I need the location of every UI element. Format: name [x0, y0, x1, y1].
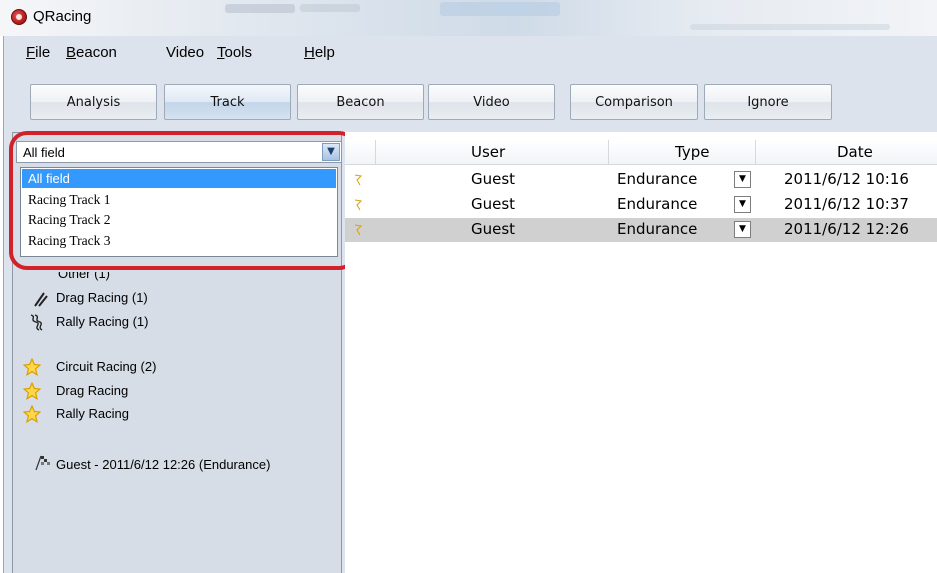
menu-accelerator: F [26, 44, 36, 61]
cell-date: 2011/6/12 12:26 [784, 220, 909, 238]
menu-file[interactable]: File [26, 44, 50, 61]
column-header-user[interactable]: User [471, 143, 505, 161]
cell-user: Guest [471, 195, 516, 213]
title-bar-background [300, 4, 360, 12]
tree-item-drag-racing-fav[interactable]: Drag Racing [56, 383, 128, 398]
menu-label: ools [224, 44, 253, 61]
menu-help[interactable]: Help [304, 44, 335, 61]
tab-comparison[interactable]: Comparison [570, 84, 698, 120]
chevron-down-icon: ▼ [739, 174, 746, 184]
tree-item-drag-racing[interactable]: Drag Racing (1) [56, 290, 148, 305]
star-icon [23, 405, 41, 423]
menu-accelerator: T [217, 44, 225, 61]
menu-label: ile [35, 44, 51, 61]
type-dropdown[interactable]: ▼ [734, 196, 751, 213]
tab-track[interactable]: Track [164, 84, 291, 120]
highlight-annotation [9, 131, 357, 270]
cell-user: Guest [471, 220, 516, 238]
cell-type: Endurance [617, 195, 698, 213]
menu-video[interactable]: Video [166, 44, 204, 61]
drag-racing-icon [34, 292, 48, 307]
title-bar-background [690, 24, 890, 30]
tab-analysis[interactable]: Analysis [30, 84, 157, 120]
checkered-flag-icon [35, 455, 50, 471]
type-dropdown[interactable]: ▼ [734, 171, 751, 188]
tab-beacon[interactable]: Beacon [297, 84, 424, 120]
cell-user: Guest [471, 170, 516, 188]
column-divider [755, 140, 756, 164]
table-row[interactable]: Guest Endurance ▼ 2011/6/12 10:37 [345, 193, 937, 217]
star-icon [23, 358, 41, 376]
tab-ignore[interactable]: Ignore [704, 84, 832, 120]
cell-type: Endurance [617, 170, 698, 188]
tree-item-rally-racing[interactable]: Rally Racing (1) [56, 314, 148, 329]
cell-type: Endurance [617, 220, 698, 238]
tab-video[interactable]: Video [428, 84, 555, 120]
menu-label: Video [166, 44, 205, 61]
cell-date: 2011/6/12 10:37 [784, 195, 909, 213]
star-icon [23, 382, 41, 400]
column-divider [375, 140, 376, 164]
column-header-type[interactable]: Type [675, 143, 709, 161]
star-icon[interactable] [355, 222, 369, 236]
type-dropdown[interactable]: ▼ [734, 221, 751, 238]
table-row[interactable]: Guest Endurance ▼ 2011/6/12 10:16 [345, 168, 937, 192]
rally-racing-icon [30, 314, 43, 331]
menu-beacon[interactable]: Beacon [66, 44, 117, 61]
menu-label: eacon [76, 44, 117, 61]
column-header-date[interactable]: Date [837, 143, 873, 161]
menu-accelerator: H [304, 44, 315, 61]
cell-date: 2011/6/12 10:16 [784, 170, 909, 188]
menu-tools[interactable]: Tools [217, 44, 252, 61]
table-header: User Type Date [345, 140, 937, 165]
title-bar-background [225, 4, 295, 13]
title-bar-background [440, 2, 560, 16]
chevron-down-icon: ▼ [739, 199, 746, 209]
table-row-selected[interactable]: Guest Endurance ▼ 2011/6/12 12:26 [345, 218, 937, 242]
qracing-logo-icon [11, 9, 27, 25]
tree-item-session[interactable]: Guest - 2011/6/12 12:26 (Endurance) [56, 457, 270, 472]
title-bar: QRacing [0, 0, 937, 36]
menu-accelerator: B [66, 44, 77, 61]
menu-label: elp [314, 44, 335, 61]
star-icon[interactable] [355, 197, 369, 211]
column-divider [608, 140, 609, 164]
chevron-down-icon: ▼ [739, 224, 746, 234]
tree-item-rally-racing-fav[interactable]: Rally Racing [56, 406, 129, 421]
window-title: QRacing [33, 8, 92, 25]
star-icon[interactable] [355, 172, 369, 186]
tree-item-circuit-racing-fav[interactable]: Circuit Racing (2) [56, 359, 156, 374]
